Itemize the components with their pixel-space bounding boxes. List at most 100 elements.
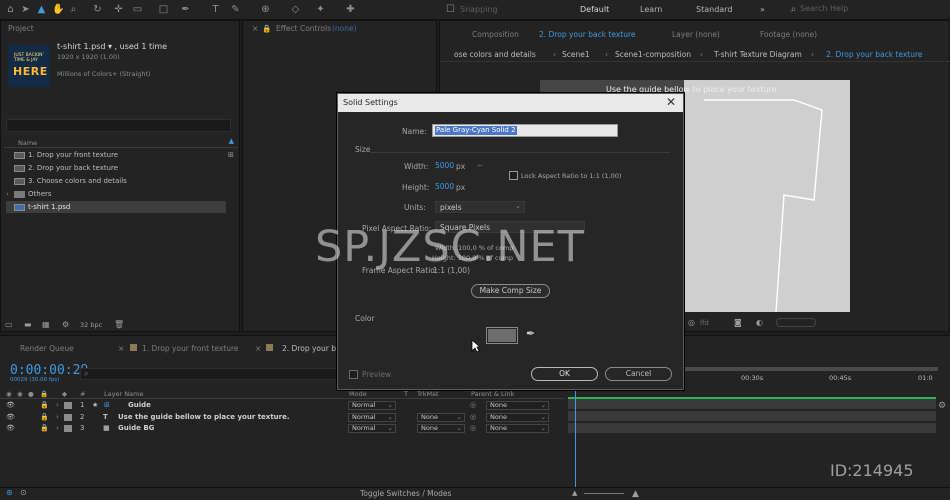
mode-dropdown[interactable]: Normal ⌄ [348, 413, 396, 422]
snapping-checkbox[interactable]: ☐ [445, 4, 456, 15]
resolution-dropdown[interactable]: lfd [700, 319, 709, 327]
workspace-default[interactable]: Default [580, 5, 609, 14]
timeline-tab[interactable]: 1. Drop your front texture [142, 344, 239, 353]
lock-icon[interactable]: 🔒 [40, 412, 49, 423]
layer-row[interactable]: 👁 🔒 › 1 ★ ⊞ Guide Normal ⌄ ◎ None ⌄ [0, 400, 565, 411]
trkmat-dropdown[interactable]: None ⌄ [417, 424, 465, 433]
bit-depth[interactable]: 32 bpc [80, 321, 102, 329]
cancel-button[interactable]: Cancel [605, 367, 672, 381]
layer-row[interactable]: 👁 🔒 › 2 T Use the guide bellow to place … [0, 412, 565, 423]
timeline-search-input[interactable]: ⌕ [80, 368, 340, 380]
parent-dropdown[interactable]: None ⌄ [486, 401, 549, 410]
project-column-header[interactable]: Name ▲ [4, 137, 238, 148]
make-comp-size-button[interactable]: Make Comp Size [471, 284, 550, 298]
label-color-swatch[interactable] [64, 414, 72, 421]
project-folder[interactable]: › Others [6, 188, 226, 200]
workspace-learn[interactable]: Learn [640, 5, 662, 14]
hand-tool-icon[interactable]: ✋ [52, 4, 64, 15]
mode-header[interactable]: Mode [349, 390, 367, 398]
parent-dropdown[interactable]: None ⌄ [486, 424, 549, 433]
effect-controls-lock-icon[interactable]: 🔒 [262, 24, 271, 33]
brush-tool-icon[interactable]: ✎ [230, 4, 241, 15]
search-help-icon[interactable]: ⌕ [788, 4, 799, 15]
parent-header[interactable]: Parent & Link [471, 390, 514, 398]
layer-row[interactable]: 👁 🔒 › 3 ■ Guide BG Normal ⌄ None ⌄ ◎ None ⌄ [0, 423, 565, 434]
selection-tool-icon[interactable]: ➤ [20, 4, 31, 15]
preview-checkbox[interactable] [349, 370, 358, 379]
pen-tool-icon[interactable]: ✒ [180, 4, 191, 15]
toggle-switches-modes[interactable]: Toggle Switches / Modes [360, 489, 451, 498]
workspace-overflow-icon[interactable]: » [760, 5, 765, 14]
comp-tab-close-icon[interactable]: × [118, 344, 124, 353]
mode-dropdown[interactable]: Normal ⌄ [348, 424, 396, 433]
footage-tab[interactable]: Footage (none) [760, 30, 817, 39]
composition-tab[interactable]: Composition [472, 30, 519, 39]
lock-icon[interactable]: 🔒 [40, 400, 49, 411]
search-help-input[interactable]: Search Help [800, 4, 940, 16]
zoom-tool-icon[interactable]: ⌕ [68, 4, 79, 15]
eraser-tool-icon[interactable]: ◇ [290, 4, 301, 15]
ok-button[interactable]: OK [531, 367, 598, 381]
width-value[interactable]: 5000 [435, 161, 454, 170]
project-settings-icon[interactable]: ⚙ [62, 320, 69, 329]
breadcrumb-item[interactable]: T-shirt Texture Diagram [714, 50, 802, 59]
height-value[interactable]: 5000 [435, 182, 454, 191]
comp-tab-close-icon[interactable]: × [255, 344, 261, 353]
expand-arrow-icon[interactable]: › [6, 188, 9, 200]
pin-tool-icon[interactable]: ✚ [345, 4, 356, 15]
type-tool-icon[interactable]: T [210, 4, 221, 15]
layer-name[interactable]: Guide [128, 400, 151, 411]
layer-name[interactable]: Guide BG [118, 423, 154, 434]
zoom-out-icon[interactable]: ▲ [572, 489, 577, 497]
layer-duration-bar[interactable] [568, 397, 936, 399]
delete-icon[interactable]: 🗑 [114, 320, 124, 329]
render-time-icon[interactable]: ⊛ [6, 488, 13, 497]
expand-arrow-icon[interactable]: › [56, 400, 59, 411]
mode-dropdown[interactable]: Normal ⌄ [348, 401, 396, 410]
expand-arrow-icon[interactable]: › [56, 412, 59, 423]
show-channel-icon[interactable]: ◐ [756, 318, 763, 327]
flowchart-icon[interactable]: ⊞ [228, 149, 234, 161]
breadcrumb-item[interactable]: Scene1 [562, 50, 590, 59]
effect-controls-close-icon[interactable]: × [252, 24, 258, 33]
project-tab[interactable]: Project [8, 24, 34, 33]
timecode-field[interactable] [776, 318, 816, 327]
close-icon[interactable]: ✕ [666, 95, 676, 109]
clone-tool-icon[interactable]: ⊕ [260, 4, 271, 15]
rectangle-tool-icon[interactable]: □ [158, 4, 169, 15]
current-time-indicator[interactable] [575, 380, 576, 487]
composition-active-name[interactable]: 2. Drop your back texture [539, 30, 636, 39]
pickwhip-icon[interactable]: ◎ [470, 400, 476, 411]
camera-icon[interactable]: ◙ [734, 318, 742, 327]
switches-icon[interactable]: ⊙ [20, 488, 27, 497]
layer-track[interactable] [568, 399, 936, 410]
project-item[interactable]: 2. Drop your back texture [6, 162, 226, 174]
layer-name[interactable]: Use the guide bellow to place your textu… [118, 412, 290, 423]
label-color-swatch[interactable] [64, 425, 72, 432]
breadcrumb-item[interactable]: Scene1-composition [615, 50, 691, 59]
layer-track[interactable] [568, 411, 936, 422]
effect-controls-tab[interactable]: Effect Controls [276, 24, 331, 33]
pickwhip-icon[interactable]: ◎ [470, 412, 476, 423]
breadcrumb-item-active[interactable]: 2. Drop your back texture [826, 50, 923, 59]
new-composition-icon[interactable]: ▦ [42, 320, 50, 329]
layer-tab[interactable]: Layer (none) [672, 30, 720, 39]
expand-arrow-icon[interactable]: › [56, 423, 59, 434]
color-swatch[interactable] [486, 327, 518, 344]
zoom-slider[interactable] [584, 493, 624, 494]
color-channel-icon[interactable]: ◎ [688, 318, 695, 327]
current-timecode[interactable]: 0:00:00:29 [10, 363, 88, 378]
layer-name-header[interactable]: Layer Name [104, 390, 143, 398]
rotate-tool-icon[interactable]: ↻ [92, 4, 103, 15]
anchor-tool-icon[interactable]: ✛ [113, 4, 124, 15]
eyedropper-icon[interactable]: ✒ [526, 327, 535, 340]
sort-icon[interactable]: ▲ [229, 137, 234, 145]
pointer-tool-icon[interactable]: ▲ [36, 4, 47, 15]
units-dropdown[interactable]: pixels ⌄ [435, 201, 525, 213]
home-icon[interactable]: ⌂ [5, 4, 16, 15]
zoom-in-icon[interactable]: ▲ [632, 489, 639, 499]
label-color-swatch[interactable] [64, 402, 72, 409]
pickwhip-icon[interactable]: ◎ [470, 423, 476, 434]
roto-tool-icon[interactable]: ✦ [315, 4, 326, 15]
comp-marker-icon[interactable]: ⚙ [938, 401, 946, 411]
